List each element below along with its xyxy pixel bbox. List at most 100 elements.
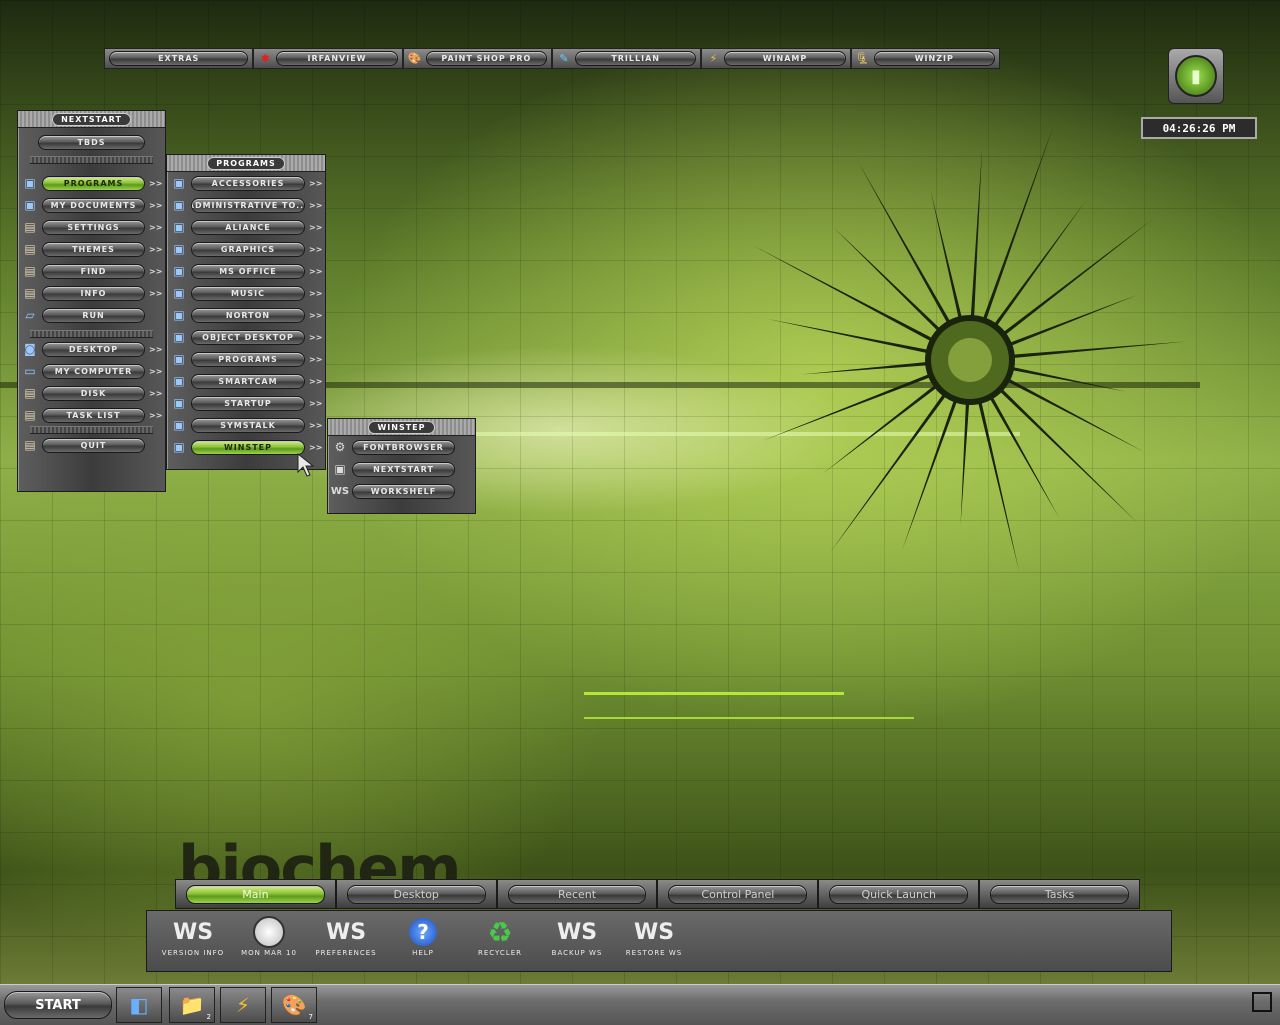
menu-row[interactable]: ◙ DESKTOP >>	[18, 338, 165, 360]
tab-label[interactable]: Main	[186, 884, 325, 904]
tab-control-panel[interactable]: Control Panel	[657, 879, 819, 909]
menu-item-info[interactable]: INFO	[42, 285, 145, 301]
menu-item-my-documents[interactable]: MY DOCUMENTS	[42, 197, 145, 213]
tab-label[interactable]: Tasks	[990, 884, 1129, 904]
tab-desktop[interactable]: Desktop	[335, 879, 497, 909]
top-launch-item[interactable]: ✎ TRILLIAN	[551, 48, 702, 69]
menu-item-nextstart[interactable]: NEXTSTART	[352, 461, 455, 477]
shelf-item-help[interactable]: ? HELP	[387, 915, 459, 969]
spike	[990, 379, 1138, 524]
menu-row[interactable]: ▭ MY COMPUTER >>	[18, 360, 165, 382]
menu-item-workshelf[interactable]: WORKSHELF	[352, 483, 455, 499]
menu-row[interactable]: ▣ PROGRAMS >>	[18, 172, 165, 194]
top-launch-label[interactable]: TRILLIAN	[574, 51, 697, 66]
menu-item-disk[interactable]: DISK	[42, 385, 145, 401]
menu-row[interactable]: WS WORKSHELF	[328, 480, 475, 502]
taskbar-folder-button[interactable]: 📁 2	[169, 987, 215, 1023]
tab-main[interactable]: Main	[175, 879, 336, 909]
menu-row[interactable]: ▣ ADMINISTRATIVE TO... >>	[167, 194, 325, 216]
top-launch-label[interactable]: EXTRAS	[109, 51, 249, 66]
taskbar-winamp-button[interactable]: ⚡	[220, 987, 266, 1023]
menu-item-programs[interactable]: PROGRAMS	[191, 351, 305, 367]
menu-item-desktop[interactable]: DESKTOP	[42, 341, 145, 357]
menu-row[interactable]: ▤ THEMES >>	[18, 238, 165, 260]
shelf-item-recycler[interactable]: ♻ RECYCLER	[464, 915, 536, 969]
submenu-arrow: >>	[309, 354, 323, 364]
start-button[interactable]: START	[4, 991, 112, 1019]
tab-label[interactable]: Desktop	[346, 884, 486, 904]
menu-row[interactable]: ▤ FIND >>	[18, 260, 165, 282]
menu-row[interactable]: ▤ DISK >>	[18, 382, 165, 404]
menu-item-winstep[interactable]: WINSTEP	[191, 439, 305, 455]
menu-row[interactable]: ▣ MS OFFICE >>	[167, 260, 325, 282]
tab-label[interactable]: Recent	[507, 884, 647, 904]
menu-row[interactable]: ▤ TASK LIST >>	[18, 404, 165, 426]
tab-label[interactable]: Control Panel	[668, 884, 808, 904]
menu-row[interactable]: ▣ OBJECT DESKTOP >>	[167, 326, 325, 348]
menu-item-themes[interactable]: THEMES	[42, 241, 145, 257]
menu-item-accessories[interactable]: ACCESSORIES	[191, 175, 305, 191]
top-launch-label[interactable]: IRFANVIEW	[276, 51, 398, 66]
quit-button[interactable]: QUIT	[42, 437, 145, 453]
shelf-item-preferences[interactable]: WS PREFERENCES	[310, 915, 382, 969]
menu-item-norton[interactable]: NORTON	[191, 307, 305, 323]
top-launch-label[interactable]: WINAMP	[724, 51, 846, 66]
menu-item-my-computer[interactable]: MY COMPUTER	[42, 363, 145, 379]
menu-row[interactable]: ▤ SETTINGS >>	[18, 216, 165, 238]
top-launch-label[interactable]: WINZIP	[873, 51, 995, 66]
menu-item-symstalk[interactable]: SYMSTALK	[191, 417, 305, 433]
battery-widget[interactable]: ▮	[1168, 48, 1224, 104]
tab-recent[interactable]: Recent	[496, 879, 658, 909]
task-list-icon: ▤	[24, 408, 36, 422]
menu-row[interactable]: TBDS	[18, 128, 165, 156]
menu-item-task-list[interactable]: TASK LIST	[42, 407, 145, 423]
start-label[interactable]: START	[4, 991, 112, 1019]
shelf-item-backup-ws[interactable]: WS BACKUP WS	[541, 915, 613, 969]
shelf-item-version-info[interactable]: WS VERSION INFO	[157, 915, 229, 969]
tab-tasks[interactable]: Tasks	[979, 879, 1140, 909]
menu-item-find[interactable]: FIND	[42, 263, 145, 279]
menu-item-music[interactable]: MUSIC	[191, 285, 305, 301]
taskbar-desktop-button[interactable]: ◧	[116, 987, 162, 1023]
tbds-button[interactable]: TBDS	[38, 134, 145, 150]
menu-row[interactable]: ▣ PROGRAMS >>	[167, 348, 325, 370]
menu-row[interactable]: ▤ QUIT	[18, 434, 165, 456]
menu-item-aliance[interactable]: ALIANCE	[191, 219, 305, 235]
menu-item-settings[interactable]: SETTINGS	[42, 219, 145, 235]
menu-row[interactable]: ▣ MUSIC >>	[167, 282, 325, 304]
tab-quick-launch[interactable]: Quick Launch	[818, 879, 980, 909]
top-launch-item[interactable]: ⚡ WINAMP	[701, 48, 851, 69]
menu-item-graphics[interactable]: GRAPHICS	[191, 241, 305, 257]
menu-row[interactable]: ▣ SYMSTALK >>	[167, 414, 325, 436]
shelf-item-date[interactable]: MON MAR 10	[233, 915, 305, 969]
menu-row[interactable]: ▤ INFO >>	[18, 282, 165, 304]
menu-row[interactable]: ▣ ACCESSORIES >>	[167, 172, 325, 194]
menu-row[interactable]: ▣ NEXTSTART	[328, 458, 475, 480]
top-launch-item[interactable]: EXTRAS	[104, 48, 254, 69]
menu-row[interactable]: ▣ STARTUP >>	[167, 392, 325, 414]
menu-item-ms-office[interactable]: MS OFFICE	[191, 263, 305, 279]
taskbar-paint-button[interactable]: 🎨 7	[271, 987, 317, 1023]
menu-item-administrative-tools[interactable]: ADMINISTRATIVE TO...	[191, 197, 305, 213]
spike	[995, 372, 1145, 452]
menu-row[interactable]: ▣ ALIANCE >>	[167, 216, 325, 238]
menu-row[interactable]: ▣ NORTON >>	[167, 304, 325, 326]
top-launch-item[interactable]: 🎨 PAINT SHOP PRO	[402, 48, 552, 69]
menu-row[interactable]: ▱ RUN	[18, 304, 165, 326]
top-launch-label[interactable]: PAINT SHOP PRO	[425, 51, 547, 66]
menu-item-smartcam[interactable]: SMARTCAM	[191, 373, 305, 389]
tab-label[interactable]: Quick Launch	[829, 884, 969, 904]
menu-row[interactable]: ▣ GRAPHICS >>	[167, 238, 325, 260]
menu-item-object-desktop[interactable]: OBJECT DESKTOP	[191, 329, 305, 345]
menu-item-run[interactable]: RUN	[42, 307, 145, 323]
menu-row[interactable]: ▣ MY DOCUMENTS >>	[18, 194, 165, 216]
menu-row[interactable]: ▣ SMARTCAM >>	[167, 370, 325, 392]
menu-row[interactable]: ⚙ FONTBROWSER	[328, 436, 475, 458]
top-launch-item[interactable]: 🗜 WINZIP	[850, 48, 1000, 69]
menu-item-fontbrowser[interactable]: FONTBROWSER	[352, 439, 455, 455]
shelf-item-restore-ws[interactable]: WS RESTORE WS	[618, 915, 690, 969]
show-desktop-button[interactable]	[1252, 992, 1272, 1012]
top-launch-item[interactable]: ✱ IRFANVIEW	[253, 48, 403, 69]
menu-item-programs[interactable]: PROGRAMS	[42, 175, 145, 191]
menu-item-startup[interactable]: STARTUP	[191, 395, 305, 411]
